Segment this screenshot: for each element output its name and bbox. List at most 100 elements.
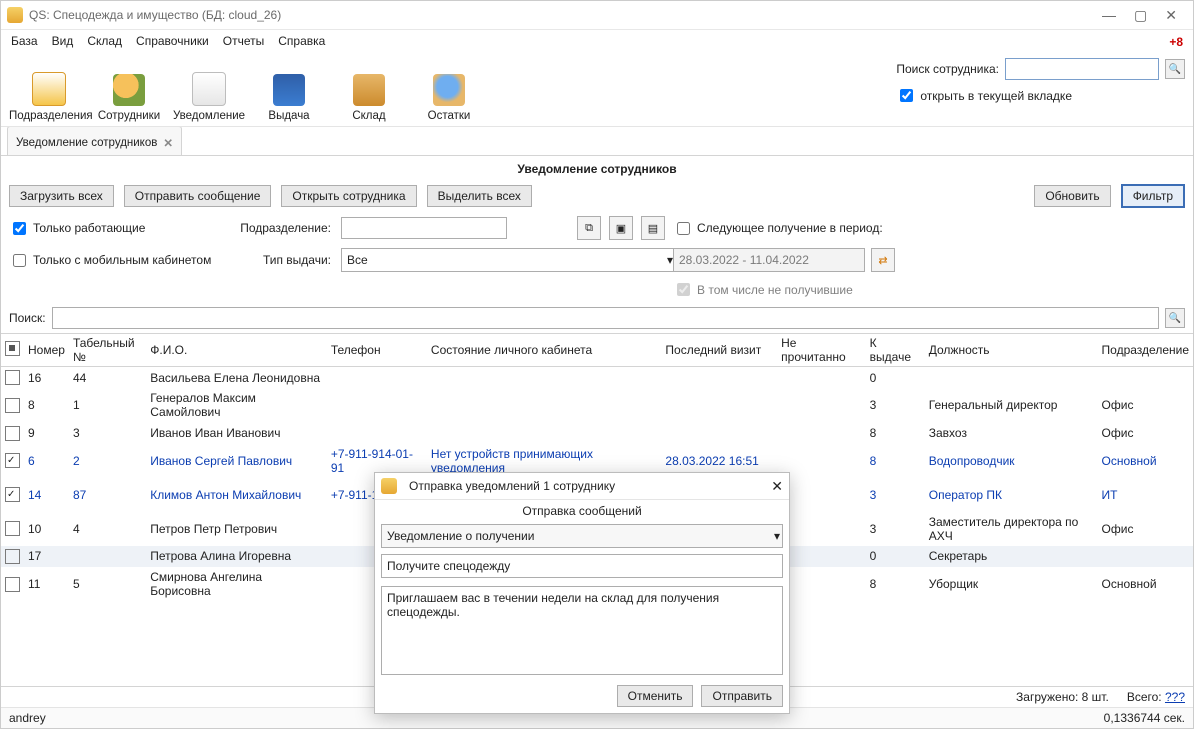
house-icon bbox=[32, 72, 66, 106]
dialog-title: Отправка уведомлений 1 сотруднику bbox=[403, 479, 771, 493]
col-fio[interactable]: Ф.И.О. bbox=[146, 334, 327, 367]
menu-reports[interactable]: Отчеты bbox=[223, 34, 264, 48]
table-search-row: Поиск: 🔍 bbox=[1, 303, 1193, 333]
select-all-header-checkbox[interactable] bbox=[5, 341, 20, 356]
col-unread[interactable]: Не прочитанно bbox=[777, 334, 866, 367]
toolbar-notice[interactable]: Уведомление bbox=[169, 72, 249, 122]
filter-button[interactable]: Фильтр bbox=[1121, 184, 1185, 208]
dialog-close-button[interactable]: ✕ bbox=[771, 478, 783, 495]
toolbar-issue[interactable]: Выдача bbox=[249, 74, 329, 122]
open-employee-button[interactable]: Открыть сотрудника bbox=[281, 185, 416, 207]
toolbar-divisions[interactable]: Подразделения bbox=[9, 72, 89, 122]
search-employee-label: Поиск сотрудника: bbox=[896, 62, 999, 76]
only-mobile-checkbox[interactable]: Только с мобильным кабинетом bbox=[9, 251, 219, 270]
send-message-button[interactable]: Отправить сообщение bbox=[124, 185, 272, 207]
search-employee-input[interactable] bbox=[1005, 58, 1159, 80]
table-row[interactable]: 1644Васильева Елена Леонидовна0 bbox=[1, 367, 1193, 389]
table-search-button[interactable]: 🔍 bbox=[1165, 308, 1185, 328]
main-toolbar: Подразделения Сотрудники Уведомление Выд… bbox=[1, 52, 1193, 127]
division-pick-button[interactable]: ▣ bbox=[609, 216, 633, 240]
menu-base[interactable]: База bbox=[11, 34, 38, 48]
col-number[interactable]: Номер bbox=[24, 334, 69, 367]
row-checkbox[interactable] bbox=[5, 453, 20, 468]
col-visit[interactable]: Последний визит bbox=[661, 334, 777, 367]
open-in-tab-checkbox[interactable]: открыть в текущей вкладке bbox=[896, 86, 1185, 105]
magnifier-icon bbox=[433, 74, 465, 106]
template-select[interactable]: Уведомление о получении ▾ bbox=[381, 524, 783, 548]
notification-count[interactable]: +8 bbox=[1169, 35, 1183, 49]
card-icon bbox=[273, 74, 305, 106]
division-input[interactable] bbox=[341, 217, 507, 239]
toolbar-employees[interactable]: Сотрудники bbox=[89, 74, 169, 122]
menu-stock[interactable]: Склад bbox=[87, 34, 122, 48]
dialog-icon bbox=[381, 478, 397, 494]
menu-view[interactable]: Вид bbox=[52, 34, 74, 48]
loaded-count: Загружено: 8 шт. bbox=[1016, 690, 1109, 704]
row-checkbox[interactable] bbox=[5, 549, 20, 564]
body-textarea[interactable]: Приглашаем вас в течении недели на склад… bbox=[381, 586, 783, 675]
col-division[interactable]: Подразделение bbox=[1098, 334, 1193, 367]
status-time: 0,1336744 сек. bbox=[1104, 711, 1185, 725]
total-link[interactable]: ??? bbox=[1165, 690, 1185, 704]
table-search-input[interactable] bbox=[52, 307, 1159, 329]
next-period-checkbox[interactable]: Следующее получение в период: bbox=[673, 219, 1185, 238]
app-icon bbox=[7, 7, 23, 23]
table-row[interactable]: 81Генералов Максим Самойлович3Генеральны… bbox=[1, 388, 1193, 422]
division-clear-button[interactable]: ▤ bbox=[641, 216, 665, 240]
subject-input[interactable]: Получите спецодежду bbox=[381, 554, 783, 578]
row-checkbox[interactable] bbox=[5, 426, 20, 441]
refresh-button[interactable]: Обновить bbox=[1034, 185, 1110, 207]
date-range-field: 28.03.2022 - 11.04.2022 bbox=[673, 248, 865, 272]
col-tabel[interactable]: Табельный № bbox=[69, 334, 146, 367]
close-button[interactable]: ✕ bbox=[1165, 7, 1177, 24]
cancel-button[interactable]: Отменить bbox=[617, 685, 694, 707]
filter-panel: Только работающие Подразделение: ⧉ ▣ ▤ С… bbox=[1, 212, 1193, 303]
row-checkbox[interactable] bbox=[5, 521, 20, 536]
total-label: Всего: bbox=[1127, 690, 1162, 704]
row-checkbox[interactable] bbox=[5, 487, 20, 502]
date-range-button[interactable]: ⇄ bbox=[871, 248, 895, 272]
col-issue[interactable]: К выдаче bbox=[866, 334, 925, 367]
send-notification-dialog: Отправка уведомлений 1 сотруднику ✕ Отпр… bbox=[374, 472, 790, 714]
send-button[interactable]: Отправить bbox=[701, 685, 783, 707]
action-row: Загрузить всех Отправить сообщение Откры… bbox=[1, 180, 1193, 212]
include-nonreceived-checkbox: В том числе не получившие bbox=[673, 280, 1185, 299]
only-working-checkbox[interactable]: Только работающие bbox=[9, 219, 219, 238]
col-cabinet[interactable]: Состояние личного кабинета bbox=[427, 334, 661, 367]
section-title: Уведомление сотрудников bbox=[1, 156, 1193, 180]
row-checkbox[interactable] bbox=[5, 370, 20, 385]
envelope-icon bbox=[192, 72, 226, 106]
issue-type-label: Тип выдачи: bbox=[225, 253, 335, 267]
table-row[interactable]: 93Иванов Иван Иванович8ЗавхозОфис bbox=[1, 422, 1193, 443]
toolbar-stock[interactable]: Склад bbox=[329, 74, 409, 122]
tab-strip: Уведомление сотрудников ✕ bbox=[1, 127, 1193, 156]
dialog-subtitle: Отправка сообщений bbox=[375, 500, 789, 522]
box-icon bbox=[353, 74, 385, 106]
people-icon bbox=[113, 74, 145, 106]
maximize-button[interactable]: ▢ bbox=[1134, 7, 1147, 24]
tab-close-icon[interactable]: ✕ bbox=[163, 136, 173, 150]
chevron-down-icon: ▾ bbox=[774, 529, 780, 543]
load-all-button[interactable]: Загрузить всех bbox=[9, 185, 114, 207]
window-title: QS: Спецодежда и имущество (БД: cloud_26… bbox=[29, 8, 1102, 22]
issue-type-select[interactable]: Все ▾ bbox=[341, 248, 676, 272]
menu-refs[interactable]: Справочники bbox=[136, 34, 209, 48]
tab-label: Уведомление сотрудников bbox=[16, 137, 157, 149]
row-checkbox[interactable] bbox=[5, 577, 20, 592]
division-tree-button[interactable]: ⧉ bbox=[577, 216, 601, 240]
dialog-titlebar: Отправка уведомлений 1 сотруднику ✕ bbox=[375, 473, 789, 500]
division-label: Подразделение: bbox=[225, 221, 335, 235]
search-label: Поиск: bbox=[9, 311, 46, 325]
status-user: andrey bbox=[9, 711, 46, 725]
search-employee-button[interactable]: 🔍 bbox=[1165, 59, 1185, 79]
col-phone[interactable]: Телефон bbox=[327, 334, 427, 367]
row-checkbox[interactable] bbox=[5, 398, 20, 413]
titlebar: QS: Спецодежда и имущество (БД: cloud_26… bbox=[1, 1, 1193, 30]
toolbar-remains[interactable]: Остатки bbox=[409, 74, 489, 122]
menubar: База Вид Склад Справочники Отчеты Справк… bbox=[1, 30, 1193, 52]
col-position[interactable]: Должность bbox=[925, 334, 1098, 367]
minimize-button[interactable]: — bbox=[1102, 7, 1116, 24]
select-all-button[interactable]: Выделить всех bbox=[427, 185, 532, 207]
tab-notice-employees[interactable]: Уведомление сотрудников ✕ bbox=[7, 126, 182, 155]
menu-help[interactable]: Справка bbox=[278, 34, 325, 48]
